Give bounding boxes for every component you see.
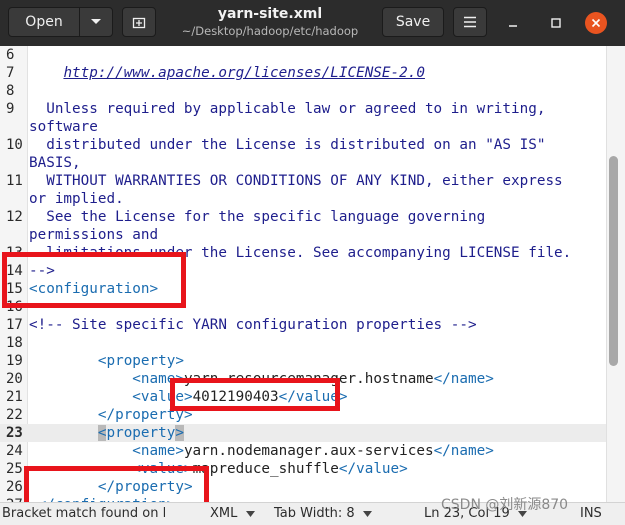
status-message: Bracket match found on l: [2, 506, 167, 521]
code-token: software: [29, 119, 98, 135]
code-token: property: [106, 425, 176, 441]
main-menu-button[interactable]: [453, 7, 487, 37]
line-number: 17: [6, 317, 23, 333]
hamburger-menu-icon: [464, 16, 476, 28]
insert-mode[interactable]: INS: [580, 506, 602, 522]
line-number: 11: [6, 173, 23, 189]
code-token: mapreduce_shuffle: [192, 461, 339, 477]
language-label: XML: [210, 506, 238, 521]
code-token: distributed under the License is distrib…: [29, 137, 546, 153]
code-line[interactable]: Unless required by applicable law or agr…: [29, 100, 545, 118]
line-number: 9: [6, 101, 15, 117]
line-number: 8: [6, 83, 15, 99]
line-number: 10: [6, 137, 23, 153]
minimize-icon: [509, 25, 517, 27]
code-line[interactable]: permissions and: [29, 226, 158, 244]
code-line[interactable]: http://www.apache.org/licenses/LICENSE-2…: [29, 64, 425, 82]
code-token: </name>: [433, 371, 494, 387]
code-token: <name>: [132, 443, 184, 459]
annotation-box-hostname-value: [170, 378, 340, 411]
minimize-button[interactable]: [502, 12, 524, 34]
code-token: Unless required by applicable law or agr…: [29, 101, 546, 117]
code-token: http://www.apache.org/licenses/LICENSE-2…: [63, 65, 425, 81]
code-line[interactable]: </property>: [29, 406, 193, 424]
line-number: 21: [6, 389, 23, 405]
line-number: 22: [6, 407, 23, 423]
open-menu-button[interactable]: [79, 7, 113, 37]
header-bar: Open yarn-site.xml ~/Desktop/hadoop/etc/…: [0, 0, 625, 46]
code-line[interactable]: <!-- Site specific YARN configuration pr…: [29, 316, 477, 334]
code-token: permissions and: [29, 227, 159, 243]
maximize-icon: [551, 18, 561, 28]
code-token: </name>: [433, 443, 494, 459]
code-line[interactable]: See the License for the specific languag…: [29, 208, 485, 226]
chevron-down-icon: [91, 19, 101, 24]
line-number: 25: [6, 461, 23, 477]
line-number: 24: [6, 443, 23, 459]
code-line[interactable]: <name>yarn.nodemanager.aux-services</nam…: [29, 442, 494, 460]
dropdown-triangle-icon: [362, 511, 372, 517]
code-line[interactable]: BASIS,: [29, 154, 81, 172]
code-line[interactable]: WITHOUT WARRANTIES OR CONDITIONS OF ANY …: [29, 172, 563, 190]
save-button-label: Save: [395, 14, 431, 30]
line-number: 26: [6, 479, 23, 495]
scrollbar-thumb[interactable]: [609, 156, 618, 366]
code-line[interactable]: or implied.: [29, 190, 124, 208]
watermark: CSDN @刘新源870: [441, 497, 569, 513]
line-number: 20: [6, 371, 23, 387]
language-selector[interactable]: XML: [210, 506, 255, 522]
code-token: BASIS,: [29, 155, 81, 171]
maximize-button[interactable]: [545, 12, 567, 34]
code-token: >: [175, 425, 184, 441]
code-token: <property>: [97, 353, 184, 369]
line-number: 19: [6, 353, 23, 369]
dropdown-triangle-icon: [245, 511, 255, 517]
line-number: 6: [6, 47, 15, 63]
line-number: 7: [6, 65, 15, 81]
close-icon: [591, 18, 601, 28]
annotation-box-configuration-open: [2, 252, 186, 308]
code-line[interactable]: software: [29, 118, 98, 136]
document-path: ~/Desktop/hadoop/etc/hadoop: [181, 24, 359, 38]
window-title-area: yarn-site.xml ~/Desktop/hadoop/etc/hadoo…: [165, 6, 375, 39]
document-title: yarn-site.xml: [217, 6, 323, 22]
new-document-button[interactable]: [122, 7, 156, 37]
code-token: WITHOUT WARRANTIES OR CONDITIONS OF ANY …: [29, 173, 563, 189]
tab-width-selector[interactable]: Tab Width: 8: [274, 506, 372, 522]
code-line[interactable]: <property>: [29, 352, 184, 370]
code-token: or implied.: [29, 191, 124, 207]
open-button-label: Open: [25, 14, 63, 30]
line-number: 18: [6, 335, 23, 351]
code-line[interactable]: <property>: [29, 424, 184, 442]
new-tab-icon: [132, 17, 146, 29]
save-button[interactable]: Save: [382, 7, 444, 37]
code-token: </value>: [338, 461, 408, 477]
code-token: yarn.nodemanager.aux-services: [183, 443, 434, 459]
code-line[interactable]: distributed under the License is distrib…: [29, 136, 545, 154]
code-token: <!-- Site specific YARN configuration pr…: [29, 317, 477, 333]
line-number: 23: [6, 425, 23, 441]
code-token: See the License for the specific languag…: [29, 209, 486, 225]
close-button[interactable]: [585, 12, 607, 34]
tab-width-label: Tab Width: 8: [274, 506, 355, 521]
open-button[interactable]: Open: [8, 7, 80, 37]
line-number: 12: [6, 209, 23, 225]
